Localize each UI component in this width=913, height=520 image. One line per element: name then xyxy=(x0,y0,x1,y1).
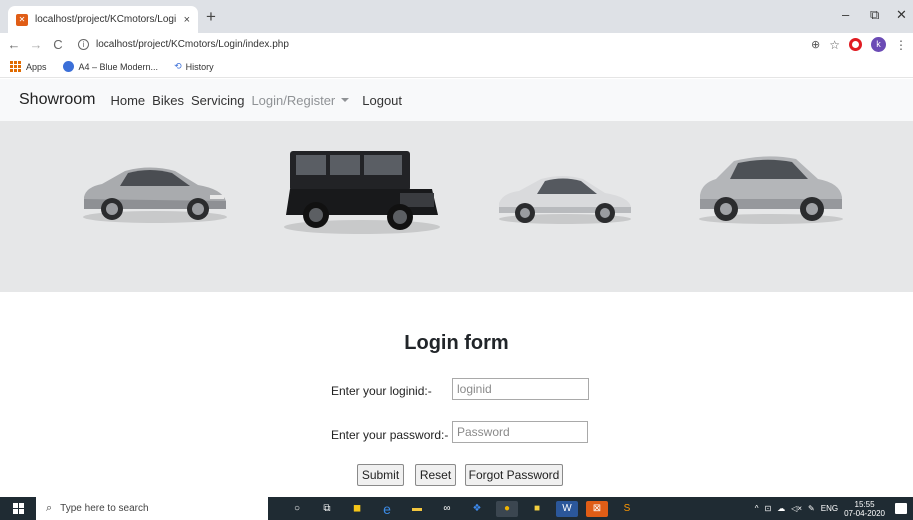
word-icon[interactable]: W xyxy=(556,500,578,517)
file-explorer-icon[interactable]: ▬ xyxy=(406,501,428,517)
hero-banner xyxy=(0,121,913,292)
sedan-car-image xyxy=(83,167,227,223)
restore-icon[interactable]: ⧉ xyxy=(870,7,879,23)
opera-extension-icon[interactable] xyxy=(849,38,862,51)
password-input[interactable] xyxy=(452,421,588,443)
menu-icon[interactable]: ⋮ xyxy=(895,38,907,52)
nav-login-register-label: Login/Register xyxy=(251,92,336,108)
browser-tab[interactable]: ✕ localhost/project/KCmotors/Logi × xyxy=(8,6,198,33)
brand-link[interactable]: Showroom xyxy=(19,91,95,109)
nav-servicing[interactable]: Servicing xyxy=(191,93,244,108)
loginid-input[interactable] xyxy=(452,378,589,400)
login-form-title: Login form xyxy=(404,332,509,354)
system-tray: ^ ⊡ ☁ ◁× ✎ ENG 15:55 07-04-2020 xyxy=(755,497,913,520)
network-icon[interactable]: ⊡ xyxy=(765,504,772,513)
password-label: Enter your password:- xyxy=(331,428,449,442)
taskbar-apps: ○ ⧉ ◼ e ▬ ∞ ❖ ● ■ W ⊠ S xyxy=(282,500,642,517)
new-tab-button[interactable]: + xyxy=(206,7,216,27)
clock-date: 07-04-2020 xyxy=(844,508,885,518)
search-icon: ⌕ xyxy=(46,502,53,514)
coupe-white-car-image xyxy=(499,176,631,224)
bookmark-label: A4 – Blue Modern... xyxy=(78,61,159,72)
loginid-label: Enter your loginid:- xyxy=(331,384,432,398)
forgot-password-button[interactable]: Forgot Password xyxy=(465,464,563,486)
zoom-icon[interactable]: ⊕ xyxy=(811,38,820,51)
language-indicator[interactable]: ENG xyxy=(821,504,838,513)
address-bar[interactable]: i localhost/project/KCmotors/Login/index… xyxy=(78,33,289,56)
browser-tabstrip: ✕ localhost/project/KCmotors/Logi × + – … xyxy=(0,0,913,33)
volume-icon[interactable]: ◁× xyxy=(791,504,802,513)
xampp-favicon-icon: ✕ xyxy=(16,13,28,26)
store-icon[interactable]: ◼ xyxy=(346,501,368,517)
info-icon[interactable]: i xyxy=(78,39,89,50)
task-view-icon[interactable]: ⧉ xyxy=(316,501,338,517)
bookmark-history[interactable]: ⟲ History xyxy=(174,61,214,72)
dropbox-icon[interactable]: ❖ xyxy=(466,501,488,517)
forward-icon[interactable]: → xyxy=(28,37,44,52)
nav-logout[interactable]: Logout xyxy=(362,93,402,108)
start-button[interactable] xyxy=(0,497,36,520)
caret-down-icon xyxy=(341,98,350,102)
history-icon: ⟲ xyxy=(174,61,182,71)
apps-grid-icon xyxy=(10,61,21,72)
suv-black-car-image xyxy=(284,151,440,234)
profile-avatar[interactable]: k xyxy=(871,37,886,52)
sticky-notes-icon[interactable]: ■ xyxy=(526,501,548,517)
back-icon[interactable]: ← xyxy=(6,37,22,52)
close-window-icon[interactable]: ✕ xyxy=(896,7,907,23)
clock-time: 15:55 xyxy=(854,499,875,509)
nav-login-register-dropdown[interactable]: Login/Register xyxy=(251,92,350,108)
xampp-icon[interactable]: ⊠ xyxy=(586,500,608,517)
bookmark-a4[interactable]: A4 – Blue Modern... xyxy=(62,61,159,72)
site-navbar: Showroom Home Bikes Servicing Login/Regi… xyxy=(0,79,913,121)
reset-button[interactable]: Reset xyxy=(415,464,456,486)
minimize-icon[interactable]: – xyxy=(842,7,849,22)
notification-icon[interactable] xyxy=(895,503,907,514)
chevron-up-icon[interactable]: ^ xyxy=(755,504,759,513)
nav-bikes[interactable]: Bikes xyxy=(152,93,184,108)
windows-logo-icon xyxy=(12,503,24,514)
tab-close-icon[interactable]: × xyxy=(184,14,190,26)
edge-icon[interactable]: e xyxy=(376,501,398,517)
taskbar-search-box[interactable]: ⌕ Type here to search xyxy=(36,497,268,520)
bookmark-star-icon[interactable]: ☆ xyxy=(829,38,840,52)
reload-icon[interactable]: C xyxy=(50,37,66,52)
bookmark-apps[interactable]: Apps xyxy=(10,61,47,72)
clock[interactable]: 15:55 07-04-2020 xyxy=(844,500,885,518)
cortana-icon[interactable]: ○ xyxy=(286,501,308,517)
nav-home[interactable]: Home xyxy=(110,93,145,108)
tab-title: localhost/project/KCmotors/Logi xyxy=(35,14,177,25)
search-placeholder: Type here to search xyxy=(60,503,149,514)
url-text[interactable]: localhost/project/KCmotors/Login/index.p… xyxy=(96,39,289,50)
submit-button[interactable]: Submit xyxy=(357,464,404,486)
pen-icon[interactable]: ✎ xyxy=(808,504,815,513)
browser-toolbar: ← → C i localhost/project/KCmotors/Login… xyxy=(0,33,913,56)
infinity-app-icon[interactable]: ∞ xyxy=(436,501,458,517)
sublime-icon[interactable]: S xyxy=(616,501,638,517)
windows-taskbar: ⌕ Type here to search ○ ⧉ ◼ e ▬ ∞ ❖ ● ■ … xyxy=(0,497,913,520)
chrome-icon[interactable]: ● xyxy=(496,500,518,517)
bookmark-label: Apps xyxy=(26,61,47,72)
bookmark-label: History xyxy=(185,61,214,72)
onedrive-icon[interactable]: ☁ xyxy=(777,504,785,513)
site-icon xyxy=(62,61,74,72)
bookmarks-bar: Apps A4 – Blue Modern... ⟲ History xyxy=(0,56,913,78)
suv-silver-car-image xyxy=(699,156,843,224)
